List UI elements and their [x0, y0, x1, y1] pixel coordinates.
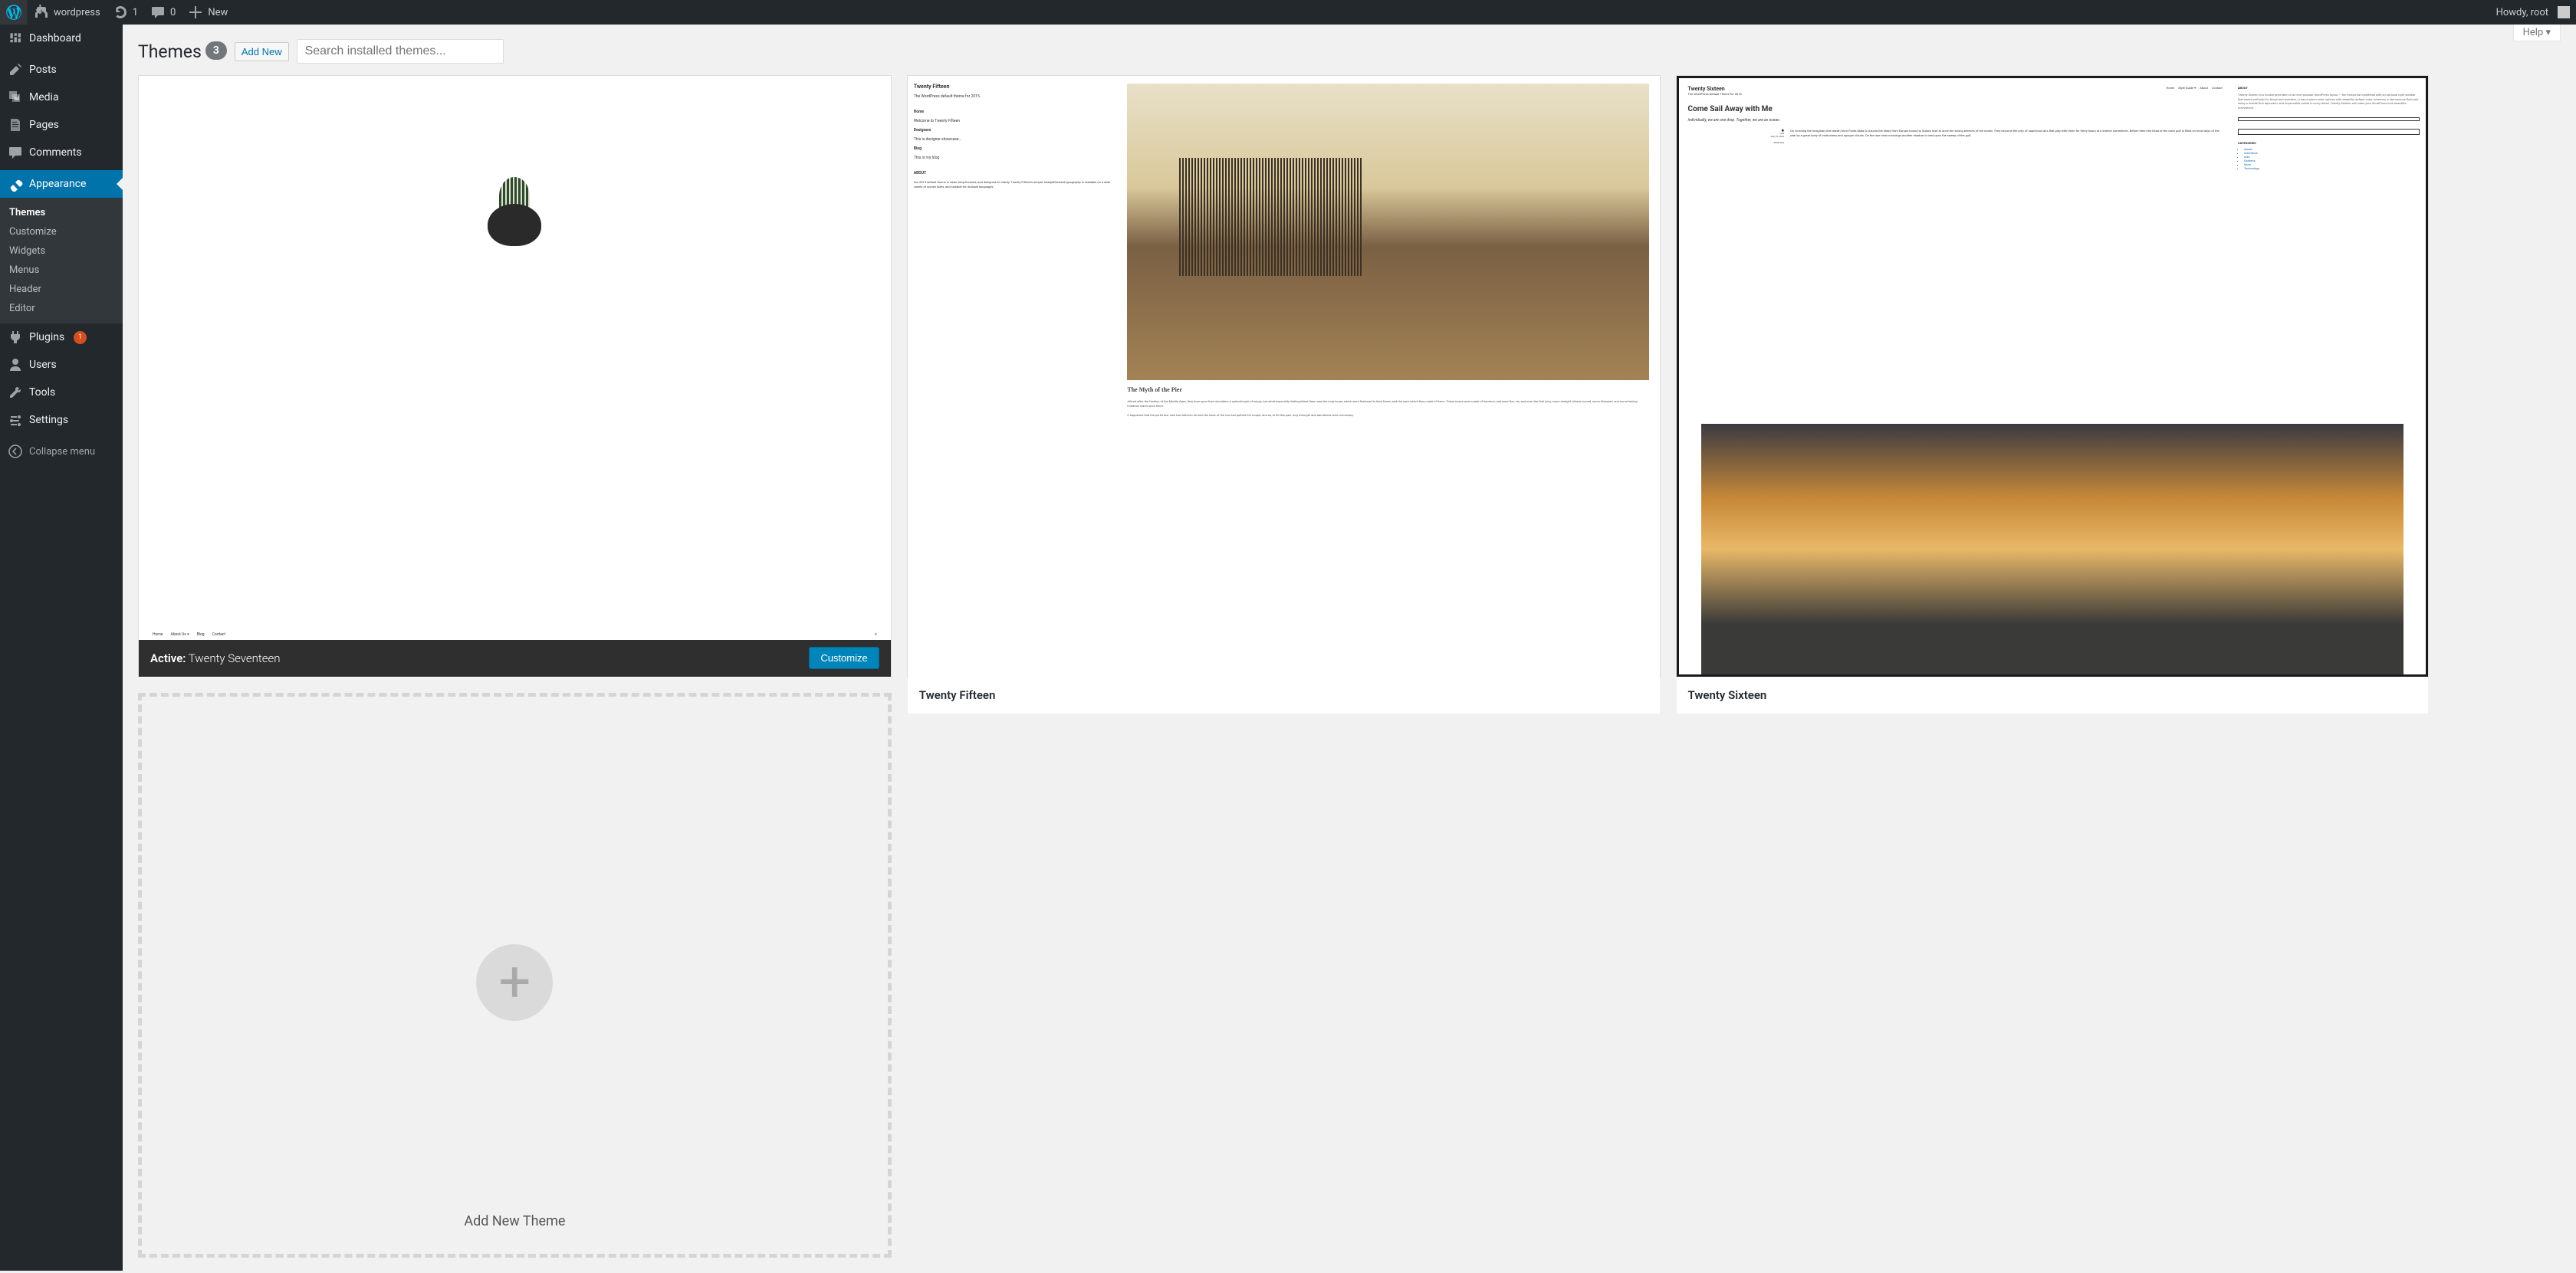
howdy-text: Howdy, root — [2496, 7, 2548, 18]
collapse-label: Collapse menu — [29, 446, 95, 458]
submenu-menus[interactable]: Menus — [0, 261, 123, 280]
submenu-themes[interactable]: Themes — [0, 203, 123, 222]
menu-tools-label: Tools — [29, 386, 55, 399]
wp-logo[interactable] — [0, 0, 28, 25]
menu-pages-label: Pages — [29, 119, 59, 131]
add-new-button[interactable]: Add New — [235, 42, 289, 61]
appearance-submenu: Themes Customize Widgets Menus Header Ed… — [0, 198, 123, 323]
theme-twentyfifteen[interactable]: Twenty Fifteen The WordPress default the… — [907, 75, 1661, 678]
menu-appearance-label: Appearance — [29, 178, 86, 190]
my-account[interactable]: Howdy, root — [2490, 0, 2576, 25]
submenu-editor[interactable]: Editor — [0, 299, 123, 318]
theme-count: 3 — [205, 41, 227, 60]
theme-screenshot: Twenty Fifteen The WordPress default the… — [908, 76, 1660, 677]
new-label: New — [208, 7, 228, 18]
menu-plugins-label: Plugins — [29, 331, 64, 343]
menu-pages[interactable]: Pages — [0, 111, 123, 139]
theme-name: Twenty Sixteen — [1688, 688, 1767, 702]
plus-icon — [476, 944, 553, 1021]
menu-settings-label: Settings — [29, 414, 68, 426]
submenu-header[interactable]: Header — [0, 280, 123, 299]
theme-twentysixteen[interactable]: Twenty SixteenThe WordPress Default Them… — [1676, 75, 2430, 678]
menu-posts-label: Posts — [29, 64, 57, 76]
page-title: Themes3 — [138, 41, 227, 62]
plugins-badge: 1 — [74, 331, 87, 344]
help-tab[interactable]: Help ▾ — [2513, 25, 2561, 41]
theme-screenshot: TWENTY SEVENTEEN Bringing your business'… — [139, 76, 891, 640]
site-name: wordpress — [54, 7, 100, 18]
updates-count: 1 — [133, 7, 138, 18]
menu-posts[interactable]: Posts — [0, 56, 123, 84]
menu-users[interactable]: Users — [0, 351, 123, 379]
menu-settings[interactable]: Settings — [0, 406, 123, 434]
menu-users-label: Users — [29, 359, 57, 371]
avatar-icon — [2558, 6, 2570, 18]
menu-dashboard[interactable]: Dashboard — [0, 25, 123, 52]
comments-count: 0 — [170, 7, 176, 18]
admin-menu: Dashboard Posts Media Pages Comments App… — [0, 25, 123, 1271]
menu-media[interactable]: Media — [0, 84, 123, 111]
theme-browser: TWENTY SEVENTEEN Bringing your business'… — [138, 75, 2561, 1258]
menu-comments[interactable]: Comments — [0, 139, 123, 166]
add-new-theme[interactable]: Add New Theme — [138, 693, 892, 1258]
menu-plugins[interactable]: Plugins 1 — [0, 323, 123, 351]
updates-link[interactable]: 1 — [107, 0, 144, 25]
search-input[interactable] — [297, 39, 504, 64]
menu-appearance[interactable]: Appearance — [0, 170, 123, 198]
site-link[interactable]: wordpress — [28, 0, 107, 25]
new-link[interactable]: New — [182, 0, 234, 25]
theme-name: Twenty Fifteen — [919, 688, 996, 702]
comments-link[interactable]: 0 — [144, 0, 182, 25]
theme-twentyseventeen[interactable]: TWENTY SEVENTEEN Bringing your business'… — [138, 75, 892, 678]
add-new-theme-label: Add New Theme — [464, 1213, 565, 1229]
menu-tools[interactable]: Tools — [0, 379, 123, 406]
theme-name: Active: Twenty Seventeen — [150, 651, 280, 665]
collapse-menu[interactable]: Collapse menu — [0, 438, 123, 465]
menu-media-label: Media — [29, 91, 59, 103]
menu-comments-label: Comments — [29, 146, 82, 159]
customize-button[interactable]: Customize — [809, 647, 879, 669]
theme-screenshot: Twenty SixteenThe WordPress Default Them… — [1677, 76, 2429, 677]
admin-toolbar: wordpress 1 0 New Howdy, root — [0, 0, 2576, 25]
menu-dashboard-label: Dashboard — [29, 32, 81, 44]
submenu-customize[interactable]: Customize — [0, 222, 123, 241]
submenu-widgets[interactable]: Widgets — [0, 241, 123, 261]
